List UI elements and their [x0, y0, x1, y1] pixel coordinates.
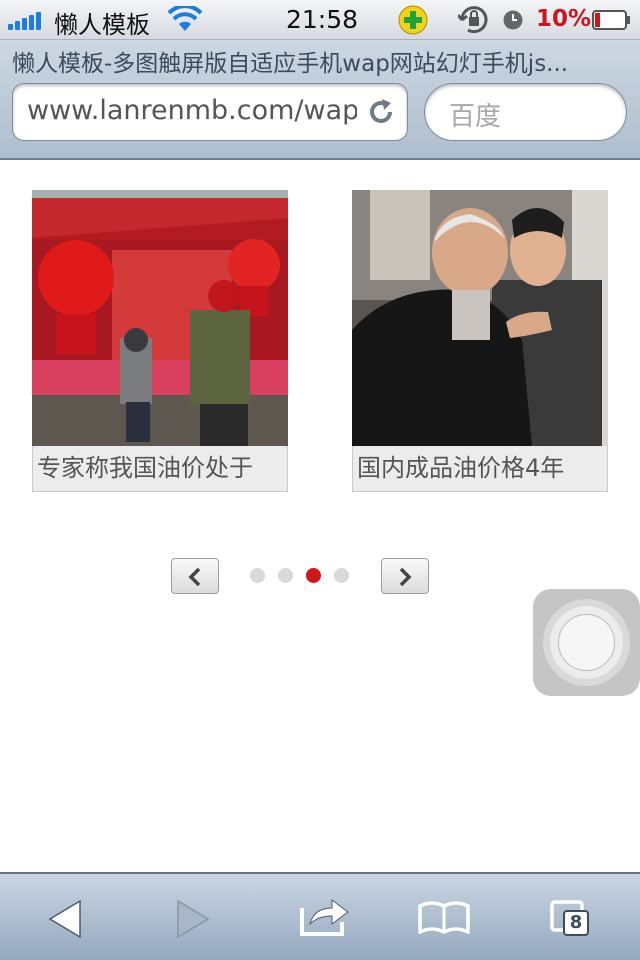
reload-icon[interactable]: [365, 96, 397, 128]
battery-icon: [592, 10, 630, 30]
status-bar: 懒人模板 21:58 10%: [0, 0, 640, 40]
address-bar[interactable]: www.lanrenmb.com/wap: [12, 83, 408, 141]
wifi-icon: [168, 6, 202, 31]
clock-time: 21:58: [286, 5, 359, 34]
next-slide-button[interactable]: [381, 558, 429, 594]
signal-strength-icon: [8, 12, 48, 30]
pagination-dot[interactable]: [334, 568, 349, 583]
chevron-right-icon: [399, 567, 412, 587]
share-button[interactable]: [264, 874, 384, 960]
prev-slide-button[interactable]: [171, 558, 219, 594]
pagination-dot[interactable]: [278, 568, 293, 583]
slide-card[interactable]: 国内成品油价格4年: [352, 190, 608, 502]
slide-caption: 国内成品油价格4年: [352, 446, 608, 492]
slide-caption: 专家称我国油价处于: [32, 446, 288, 492]
assistive-touch-button[interactable]: [533, 589, 640, 696]
tabs-count-badge: 8: [563, 910, 589, 936]
battery-percentage: 10%: [536, 6, 592, 32]
forward-button[interactable]: [134, 874, 254, 960]
slide-card[interactable]: 专家称我国油价处于: [32, 190, 288, 502]
browser-toolbar: [0, 872, 640, 960]
back-button[interactable]: [8, 874, 128, 960]
url-text: www.lanrenmb.com/wap: [27, 95, 357, 126]
assistive-touch-icon: [558, 614, 615, 671]
browser-header: 懒人模板-多图触屏版自适应手机wap网站幻灯手机js... www.lanren…: [0, 40, 640, 160]
app-plus-badge-icon: [398, 5, 428, 35]
search-placeholder: 百度: [449, 102, 502, 132]
chevron-left-icon: [188, 567, 201, 587]
pagination-dot-active[interactable]: [306, 568, 321, 583]
bookmarks-icon: [418, 901, 470, 934]
carrier-name: 懒人模板: [54, 11, 150, 39]
forward-arrow-icon: [177, 900, 210, 938]
men-in-suits-photo: [352, 190, 608, 446]
rotation-lock-icon: [458, 6, 488, 34]
pagination-dot[interactable]: [250, 568, 265, 583]
lanterns-market-photo: [32, 190, 288, 446]
alarm-clock-icon: [503, 10, 523, 30]
back-arrow-icon: [48, 900, 81, 938]
page-title: 懒人模板-多图触屏版自适应手机wap网站幻灯手机js...: [12, 51, 569, 77]
share-icon: [300, 899, 349, 936]
search-input[interactable]: 百度: [424, 83, 627, 141]
bookmarks-button[interactable]: [384, 874, 504, 960]
